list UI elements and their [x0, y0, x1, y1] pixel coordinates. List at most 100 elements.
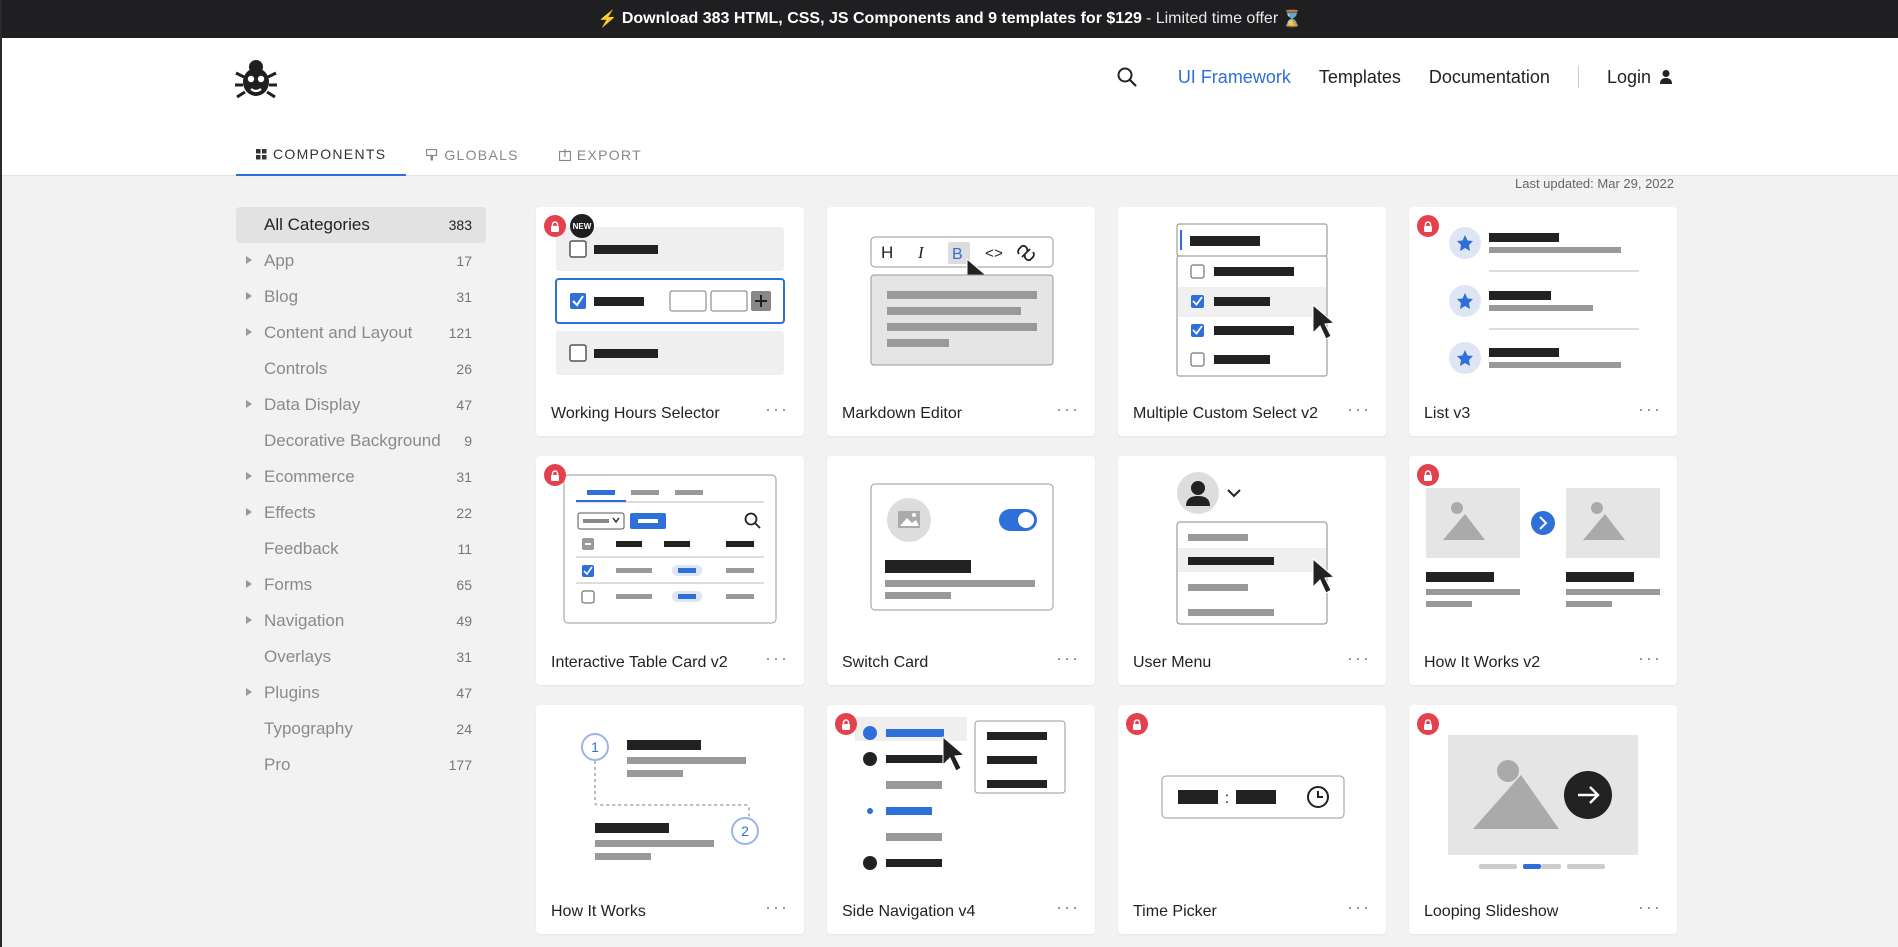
- component-card-side-navigation-v4[interactable]: Side Navigation v4 ···: [827, 705, 1095, 934]
- component-card-how-it-works-v2[interactable]: How It Works v2 ···: [1409, 456, 1677, 685]
- caret-right-icon: [246, 580, 252, 588]
- tab-export[interactable]: EXPORT: [539, 134, 662, 176]
- sidebar-item-label: Feedback: [264, 539, 339, 558]
- more-options-icon[interactable]: ···: [1347, 648, 1371, 669]
- nav-divider: [1577, 66, 1579, 88]
- tab-components[interactable]: COMPONENTS: [236, 134, 407, 176]
- more-options-icon[interactable]: ···: [1347, 399, 1371, 420]
- sidebar-item-label: Pro: [264, 755, 291, 774]
- sidebar-item-typography[interactable]: Typography 24: [236, 711, 486, 747]
- sidebar-item-feedback[interactable]: Feedback 11: [236, 531, 486, 567]
- component-card-user-menu[interactable]: User Menu ···: [1118, 456, 1386, 685]
- card-title: List v3: [1424, 405, 1471, 422]
- sidebar-item-data-display[interactable]: Data Display 47: [236, 387, 486, 423]
- sidebar-item-content-and-layout[interactable]: Content and Layout 121: [236, 315, 486, 351]
- sidebar-item-effects[interactable]: Effects 22: [236, 495, 486, 531]
- card-title: Side Navigation v4: [842, 903, 976, 920]
- sidebar-item-pro[interactable]: Pro 177: [236, 747, 486, 783]
- export-icon: [558, 149, 571, 161]
- sidebar-item-decorative-background[interactable]: Decorative Background 9: [236, 423, 486, 459]
- tab-export-label: EXPORT: [576, 147, 642, 163]
- sidebar-item-count: 47: [456, 397, 472, 413]
- component-card-multiple-custom-select-v2[interactable]: Multiple Custom Select v2 ···: [1118, 207, 1386, 436]
- component-card-looping-slideshow[interactable]: Looping Slideshow ···: [1409, 705, 1677, 934]
- caret-right-icon: [246, 472, 252, 480]
- user-menu-preview: [1176, 472, 1336, 625]
- more-options-icon[interactable]: ···: [1056, 399, 1080, 420]
- component-card-time-picker[interactable]: : Time Picker ···: [1118, 705, 1386, 934]
- sidebar-item-app[interactable]: App 17: [236, 243, 486, 279]
- component-card-list-v3[interactable]: List v3 ···: [1409, 207, 1677, 436]
- sidebar-item-navigation[interactable]: Navigation 49: [236, 603, 486, 639]
- more-options-icon[interactable]: ···: [1638, 399, 1662, 420]
- sidebar-item-count: 11: [457, 541, 472, 557]
- more-options-icon[interactable]: ···: [1056, 897, 1080, 918]
- component-card-switch-card[interactable]: Switch Card ···: [827, 456, 1095, 685]
- component-grid: NEW Working Hours Selector ··· H I B <> …: [536, 207, 1677, 934]
- component-card-interactive-table-card-v2[interactable]: Interactive Table Card v2 ···: [536, 456, 804, 685]
- more-options-icon[interactable]: ···: [765, 897, 789, 918]
- how-it-works-preview: 1 2: [581, 733, 759, 860]
- category-sidebar: All Categories 383 App 17 Blog 31 Content a…: [236, 207, 486, 783]
- markdown-editor-preview: H I B <>: [870, 236, 1054, 366]
- nav-documentation[interactable]: Documentation: [1429, 67, 1550, 88]
- more-options-icon[interactable]: ···: [765, 399, 789, 420]
- component-card-how-it-works[interactable]: 1 2 How It Works ···: [536, 705, 804, 934]
- promo-banner[interactable]: ⚡ Download 383 HTML, CSS, JS Components …: [2, 0, 1898, 38]
- more-options-icon[interactable]: ···: [1638, 648, 1662, 669]
- sidebar-item-count: 31: [456, 469, 472, 485]
- sidebar-item-count: 177: [448, 757, 472, 773]
- time-separator: :: [1225, 790, 1229, 807]
- step-two-label: 2: [741, 823, 749, 839]
- login-button[interactable]: Login: [1607, 67, 1673, 88]
- more-options-icon[interactable]: ···: [1347, 897, 1371, 918]
- bug-logo-icon[interactable]: [234, 59, 278, 99]
- caret-right-icon: [246, 292, 252, 300]
- nav-ui-framework[interactable]: UI Framework: [1178, 67, 1291, 88]
- sidebar-item-label: Content and Layout: [264, 323, 413, 342]
- tab-globals-label: GLOBALS: [444, 147, 519, 163]
- lock-icon: [835, 713, 857, 735]
- sidebar-item-all-categories[interactable]: All Categories 383: [236, 207, 486, 243]
- sidebar-item-plugins[interactable]: Plugins 47: [236, 675, 486, 711]
- sidebar-item-forms[interactable]: Forms 65: [236, 567, 486, 603]
- step-one-label: 1: [591, 739, 599, 755]
- side-navigation-preview: [855, 717, 1066, 870]
- card-title: How It Works: [551, 903, 646, 920]
- sidebar-item-label: Navigation: [264, 611, 345, 630]
- sidebar-item-ecommerce[interactable]: Ecommerce 31: [236, 459, 486, 495]
- sidebar-item-count: 47: [456, 685, 472, 701]
- component-card-working-hours-selector[interactable]: NEW Working Hours Selector ···: [536, 207, 804, 436]
- nav-templates[interactable]: Templates: [1319, 67, 1401, 88]
- card-title: Working Hours Selector: [551, 405, 720, 422]
- svg-text:<>: <>: [985, 246, 1003, 263]
- sidebar-item-label: Blog: [264, 287, 299, 306]
- grid-icon: [256, 148, 267, 159]
- lock-icon: [1126, 713, 1148, 735]
- sidebar-item-overlays[interactable]: Overlays 31: [236, 639, 486, 675]
- caret-right-icon: [246, 400, 252, 408]
- brush-icon: [426, 149, 438, 161]
- more-options-icon[interactable]: ···: [1056, 648, 1080, 669]
- site-header: UI Framework Templates Documentation Log…: [2, 38, 1898, 191]
- sidebar-item-count: 49: [456, 613, 472, 629]
- sidebar-item-count: 24: [456, 721, 472, 737]
- sidebar-item-count: 22: [456, 505, 472, 521]
- new-badge: NEW: [570, 214, 594, 238]
- caret-right-icon: [246, 508, 252, 516]
- svg-text:B: B: [952, 246, 963, 263]
- sidebar-item-count: 17: [456, 253, 472, 269]
- banner-limited-text: - Limited time offer: [1145, 10, 1279, 27]
- tab-globals[interactable]: GLOBALS: [406, 134, 538, 176]
- component-card-markdown-editor[interactable]: H I B <> Markdown Editor ···: [827, 207, 1095, 436]
- sidebar-item-count: 31: [456, 289, 472, 305]
- lightning-icon: ⚡: [597, 11, 618, 28]
- sidebar-item-label: Controls: [264, 359, 328, 378]
- sidebar-item-blog[interactable]: Blog 31: [236, 279, 486, 315]
- sidebar-item-label: Forms: [264, 575, 313, 594]
- more-options-icon[interactable]: ···: [765, 648, 789, 669]
- more-options-icon[interactable]: ···: [1638, 897, 1662, 918]
- search-icon[interactable]: [1116, 66, 1138, 88]
- sidebar-item-controls[interactable]: Controls 26: [236, 351, 486, 387]
- card-title: Switch Card: [842, 654, 929, 671]
